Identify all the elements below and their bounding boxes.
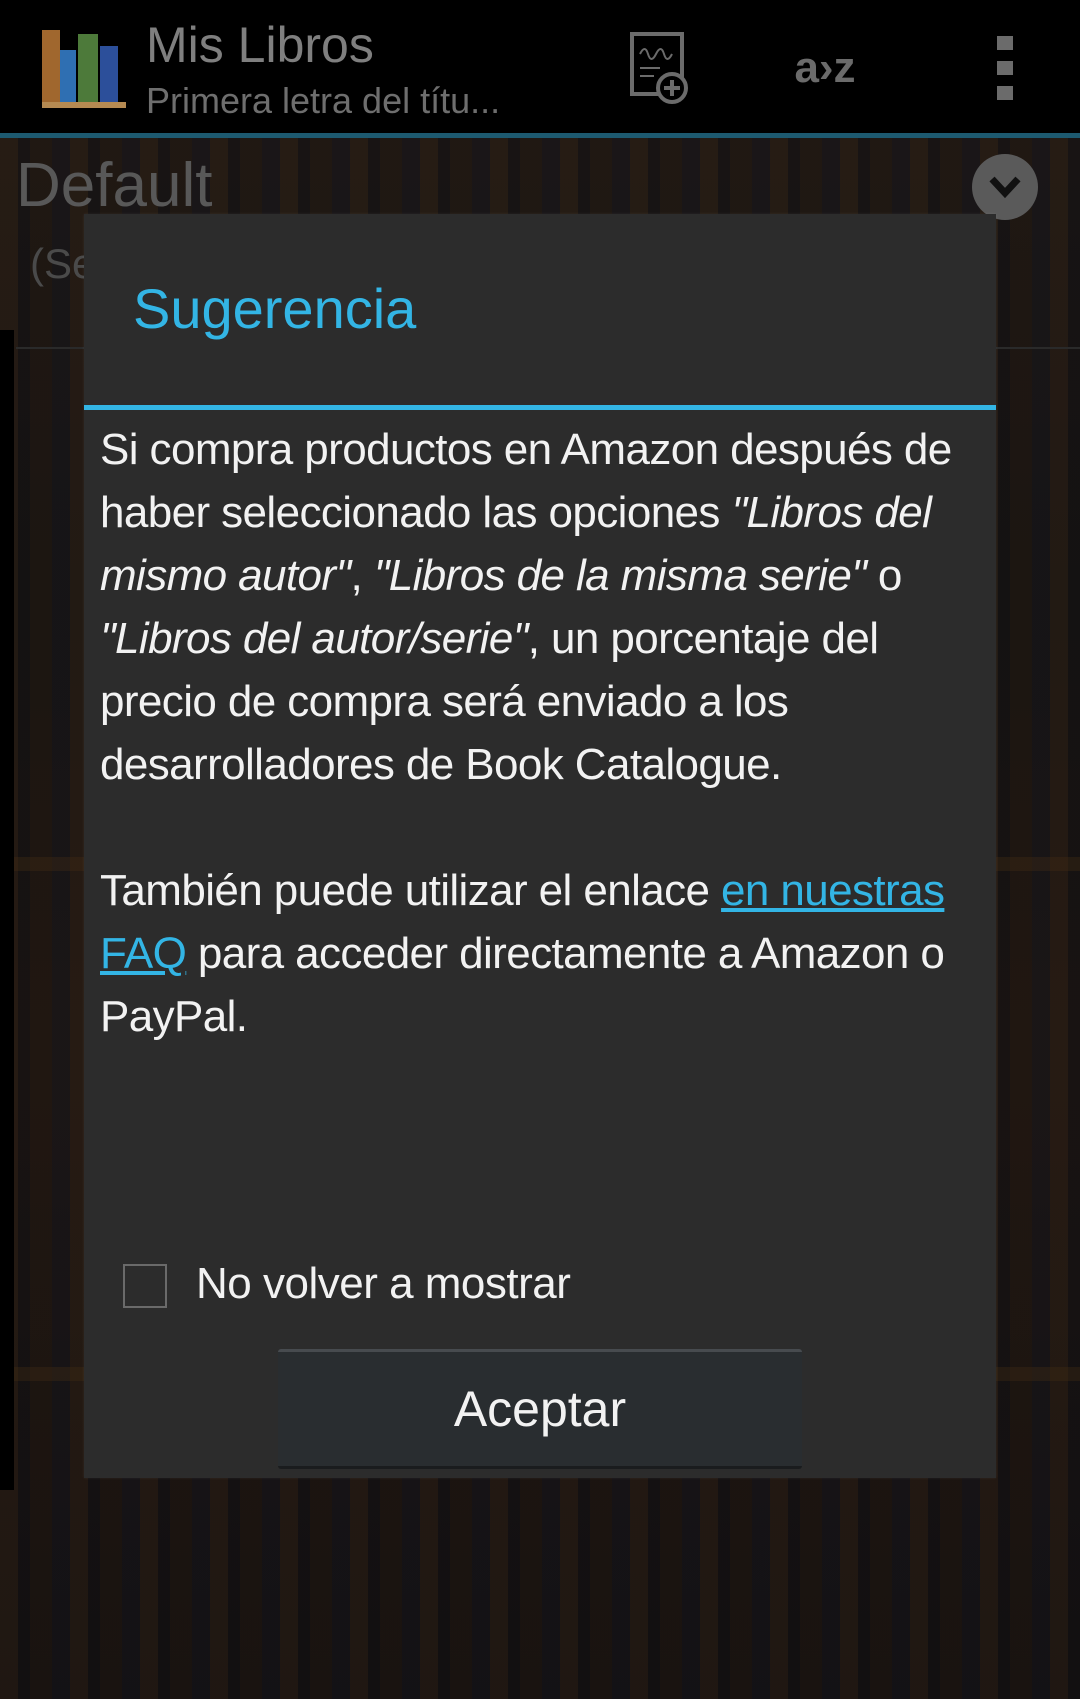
list-edge [0,330,14,1490]
text: También puede utilizar el enlace [100,866,722,915]
dont-show-again-checkbox[interactable] [123,1264,167,1308]
add-book-icon [630,32,688,104]
dialog-title: Sugerencia [133,277,417,340]
chevron-down-icon [989,176,1021,199]
app-title: Mis Libros [146,17,374,73]
action-bar: Mis Libros Primera letra del títu... a›z [0,0,1080,133]
sort-az-button[interactable]: a›z [770,20,880,116]
text: para acceder directamente a Amazon o Pay… [100,929,945,1041]
sort-az-icon: a›z [794,43,856,92]
overflow-menu-icon [997,36,1013,100]
option-name: "Libros de la misma serie" [373,551,867,600]
app-subtitle: Primera letra del títu... [146,80,501,121]
dialog-title-divider [84,405,996,410]
dialog-message: Si compra productos en Amazon después de… [100,418,980,1048]
action-bar-divider [0,133,1080,138]
text: o [866,551,902,600]
option-name: "Libros del autor/serie" [100,614,528,663]
overflow-menu-button[interactable] [975,20,1035,116]
add-book-button[interactable] [620,20,700,116]
style-dropdown-button[interactable] [972,154,1038,220]
message-paragraph-2: También puede utilizar el enlace en nues… [100,859,980,1048]
dont-show-again-label[interactable]: No volver a mostrar [196,1259,571,1309]
style-name: Default [16,151,213,220]
bookshelf-app-icon[interactable] [42,22,126,110]
suggestion-dialog: Sugerencia Si compra productos en Amazon… [84,214,996,1478]
message-paragraph-1: Si compra productos en Amazon después de… [100,418,980,796]
text: , [350,551,374,600]
accept-button[interactable]: Aceptar [278,1349,802,1469]
